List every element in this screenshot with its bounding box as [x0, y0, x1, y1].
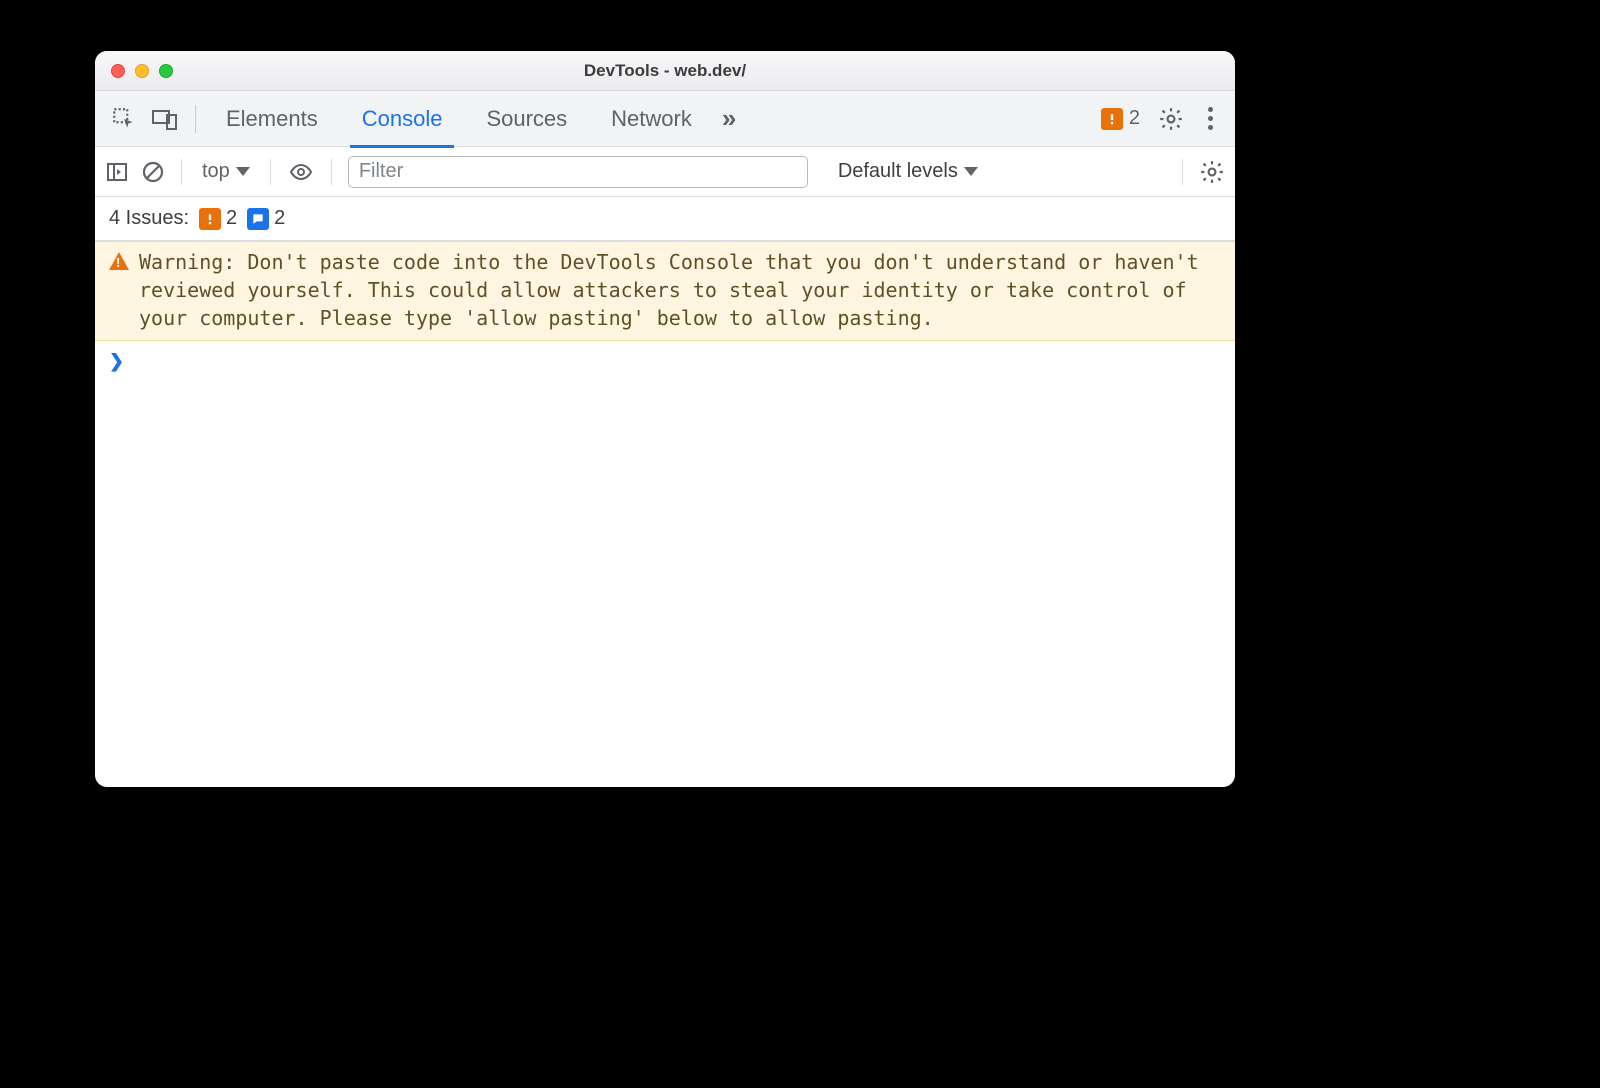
topbar-issues-badge[interactable]: 2 — [1101, 107, 1140, 130]
window-titlebar: DevTools - web.dev/ — [95, 51, 1235, 91]
chevron-down-icon — [236, 167, 250, 176]
issues-blue-count: 2 — [274, 207, 285, 230]
context-label: top — [202, 160, 230, 183]
issues-orange-chip[interactable]: 2 — [199, 207, 237, 230]
issues-blue-chip[interactable]: 2 — [247, 207, 285, 230]
kebab-menu-icon[interactable] — [1202, 107, 1219, 130]
window-zoom-button[interactable] — [159, 64, 173, 78]
tab-sources[interactable]: Sources — [464, 91, 589, 147]
toolbar-divider — [331, 159, 332, 185]
inspect-element-icon[interactable] — [111, 106, 137, 132]
window-title: DevTools - web.dev/ — [95, 61, 1235, 81]
toolbar-divider — [270, 159, 271, 185]
tab-network[interactable]: Network — [589, 91, 714, 147]
console-settings-gear-icon[interactable] — [1199, 159, 1225, 185]
issues-orange-count: 2 — [226, 207, 237, 230]
tabs-right-controls: 2 — [1101, 106, 1227, 132]
toolbar-divider — [195, 105, 196, 133]
inspect-controls — [103, 106, 187, 132]
window-controls — [111, 64, 173, 78]
log-levels-selector[interactable]: Default levels — [838, 160, 978, 183]
warning-triangle-icon — [109, 252, 129, 270]
window-close-button[interactable] — [111, 64, 125, 78]
context-selector[interactable]: top — [198, 160, 254, 183]
issues-row[interactable]: 4 Issues: 2 2 — [95, 197, 1235, 241]
sidebar-toggle-icon[interactable] — [105, 160, 129, 184]
tab-console[interactable]: Console — [340, 91, 465, 147]
toolbar-divider — [181, 159, 182, 185]
chevron-down-icon — [964, 167, 978, 176]
live-expression-eye-icon[interactable] — [287, 160, 315, 184]
tab-elements[interactable]: Elements — [204, 91, 340, 147]
devtools-window: DevTools - web.dev/ Elements Console Sou… — [95, 51, 1235, 787]
log-levels-label: Default levels — [838, 160, 958, 183]
more-tabs-icon[interactable]: » — [714, 103, 744, 134]
warning-text: Warning: Don't paste code into the DevTo… — [139, 248, 1221, 332]
chevron-right-icon: ❯ — [109, 351, 124, 372]
devtools-tabs-bar: Elements Console Sources Network » 2 — [95, 91, 1235, 147]
device-toggle-icon[interactable] — [151, 106, 179, 132]
clear-console-icon[interactable] — [141, 160, 165, 184]
toolbar-divider — [1182, 159, 1183, 185]
window-minimize-button[interactable] — [135, 64, 149, 78]
filter-input[interactable] — [348, 156, 808, 188]
warning-badge-icon — [1101, 108, 1123, 130]
issues-label: 4 Issues: — [109, 207, 189, 230]
topbar-issues-count: 2 — [1129, 107, 1140, 130]
settings-gear-icon[interactable] — [1158, 106, 1184, 132]
console-toolbar: top Default levels — [95, 147, 1235, 197]
warning-badge-icon — [199, 208, 221, 230]
console-prompt[interactable]: ❯ — [95, 341, 1235, 382]
warning-message-row: Warning: Don't paste code into the DevTo… — [95, 241, 1235, 341]
info-badge-icon — [247, 208, 269, 230]
